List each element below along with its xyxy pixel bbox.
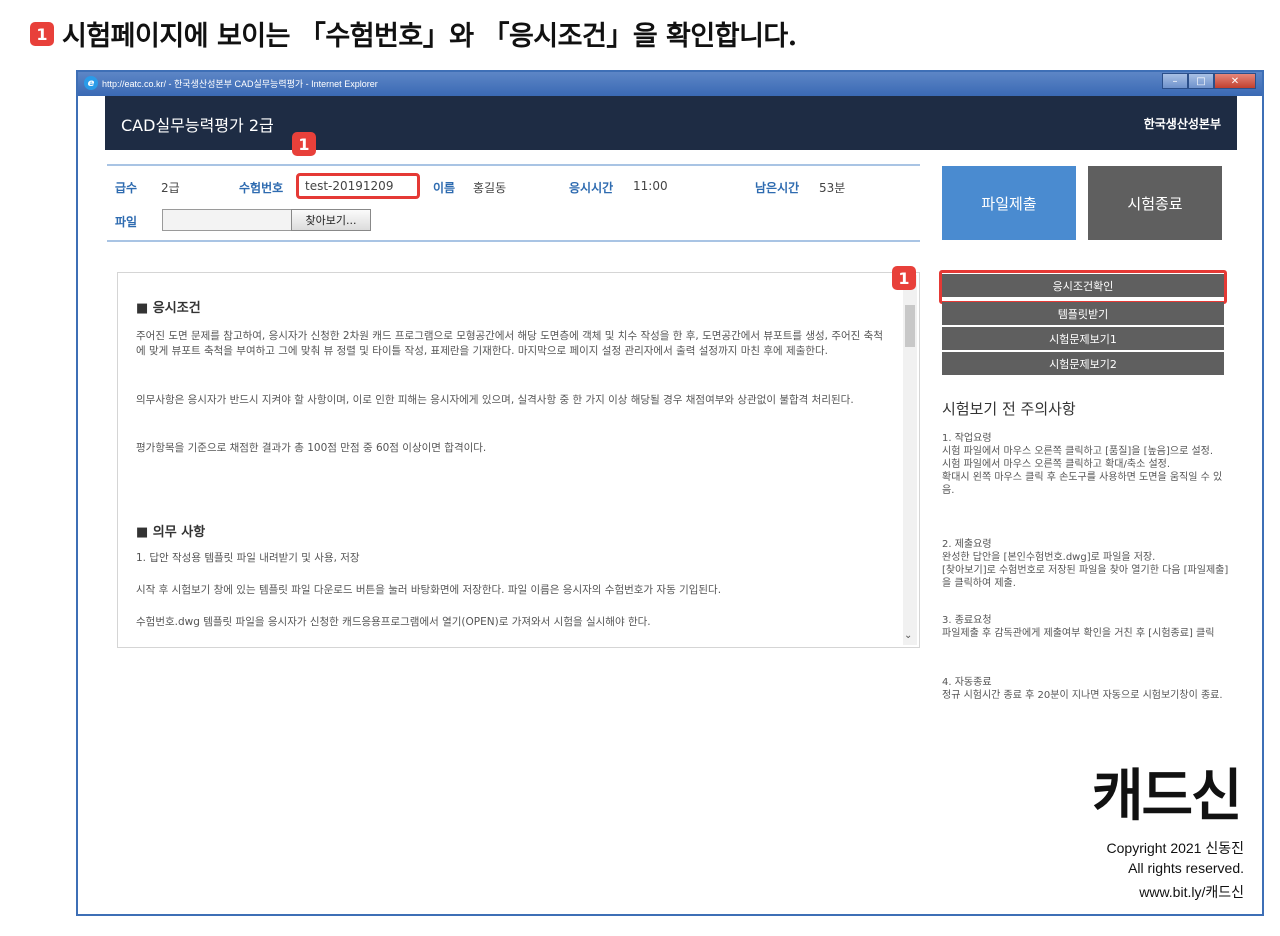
duties-paragraph: 1. 답안 작성용 템플릿 파일 내려받기 및 사용, 저장 — [136, 552, 360, 564]
duties-paragraph: 수험번호.dwg 템플릿 파일을 응시자가 신청한 캐드응용프로그램에서 열기(… — [136, 616, 651, 628]
start-time-value: 11:00 — [633, 179, 668, 193]
ie-icon: e — [84, 76, 98, 90]
view-question2-button[interactable]: 시험문제보기2 — [942, 352, 1224, 376]
step-badge: 1 — [292, 132, 316, 156]
chevron-down-icon[interactable]: ⌄ — [904, 630, 912, 641]
minimize-icon[interactable]: – — [1162, 73, 1188, 89]
copyright-line: Copyright 2021 신동진 — [1106, 840, 1244, 856]
grade-label: 급수 — [115, 181, 138, 195]
app-header: CAD실무능력평가 2급 한국생산성본부 — [105, 96, 1237, 150]
window-controls: – □ ✕ — [1162, 73, 1256, 89]
window-titlebar: e http://eatc.co.kr/ - 한국생산성본부 CAD실무능력평가… — [78, 72, 1262, 96]
exam-no-label: 수험번호 — [239, 181, 284, 195]
start-time-label: 응시시간 — [569, 181, 614, 195]
name-label: 이름 — [433, 181, 456, 195]
note-item: 2. 제출요령 완성한 답안을 [본인수험번호.dwg]로 파일을 저장. [찾… — [942, 539, 1229, 589]
note-item: 1. 작업요령 시험 파일에서 마우스 오른쪽 클릭하고 [품질]을 [높음]으… — [942, 433, 1223, 496]
file-path-field[interactable] — [162, 209, 292, 231]
window-title: http://eatc.co.kr/ - 한국생산성본부 CAD실무능력평가 -… — [102, 79, 378, 89]
conditions-paragraph: 평가항목을 기준으로 채점한 결과가 총 100점 만점 중 60점 이상이면 … — [136, 442, 487, 454]
exam-no-highlight — [296, 173, 420, 199]
app-title: CAD실무능력평가 2급 — [121, 116, 274, 135]
org-name: 한국생산성본부 — [1143, 117, 1221, 131]
browser-window: e http://eatc.co.kr/ - 한국생산성본부 CAD실무능력평가… — [76, 70, 1264, 916]
submit-file-button[interactable]: 파일제출 — [942, 166, 1076, 240]
step-badge: 1 — [892, 266, 916, 290]
conditions-paragraph: 의무사항은 응시자가 반드시 지켜야 할 사항이며, 이로 인한 피해는 응시자… — [136, 394, 854, 406]
grade-value: 2급 — [161, 181, 180, 195]
maximize-icon[interactable]: □ — [1188, 73, 1214, 89]
note-item: 3. 종료요청 파일제출 후 감독관에게 제출여부 확인을 거친 후 [시험종료… — [942, 615, 1215, 639]
step-badge: 1 — [30, 22, 54, 46]
browse-button[interactable]: 찾아보기... — [291, 209, 371, 231]
download-template-button[interactable]: 템플릿받기 — [942, 302, 1224, 326]
remaining-time-label: 남은시간 — [755, 181, 800, 195]
cadshin-logo: 캐드신 — [1092, 764, 1243, 829]
note-item: 4. 자동종료 정규 시험시간 종료 후 20분이 지나면 자동으로 시험보기창… — [942, 677, 1223, 701]
name-value: 홍길동 — [473, 181, 507, 195]
close-icon[interactable]: ✕ — [1214, 73, 1256, 89]
conditions-scrollbar[interactable]: ⌄ — [903, 275, 917, 645]
notes-title: 시험보기 전 주의사항 — [942, 400, 1076, 418]
conditions-panel[interactable]: ■ 응시조건 주어진 도면 문제를 참고하여, 응시자가 신청한 2차원 캐드 … — [117, 272, 920, 648]
copyright-line: www.bit.ly/캐드신 — [1139, 884, 1244, 900]
end-exam-button[interactable]: 시험종료 — [1088, 166, 1222, 240]
check-conditions-highlight — [939, 270, 1227, 304]
scrollbar-thumb[interactable] — [905, 305, 915, 347]
remaining-time-value: 53분 — [819, 181, 846, 195]
duties-paragraph: 시작 후 시험보기 창에 있는 템플릿 파일 다운로드 버튼을 눌러 바탕화면에… — [136, 584, 722, 596]
file-label: 파일 — [115, 215, 138, 229]
instruction-heading: 시험페이지에 보이는 「수험번호」와 「응시조건」을 확인합니다. — [62, 21, 797, 52]
section-title-duties: ■ 의무 사항 — [136, 525, 206, 540]
copyright-line: All rights reserved. — [1128, 860, 1244, 876]
exam-info: 급수 2급 수험번호 test-20191209 이름 홍길동 응시시간 11:… — [107, 164, 920, 242]
view-question1-button[interactable]: 시험문제보기1 — [942, 327, 1224, 351]
conditions-paragraph: 주어진 도면 문제를 참고하여, 응시자가 신청한 2차원 캐드 프로그램으로 … — [136, 330, 883, 357]
section-title-conditions: ■ 응시조건 — [136, 301, 201, 316]
